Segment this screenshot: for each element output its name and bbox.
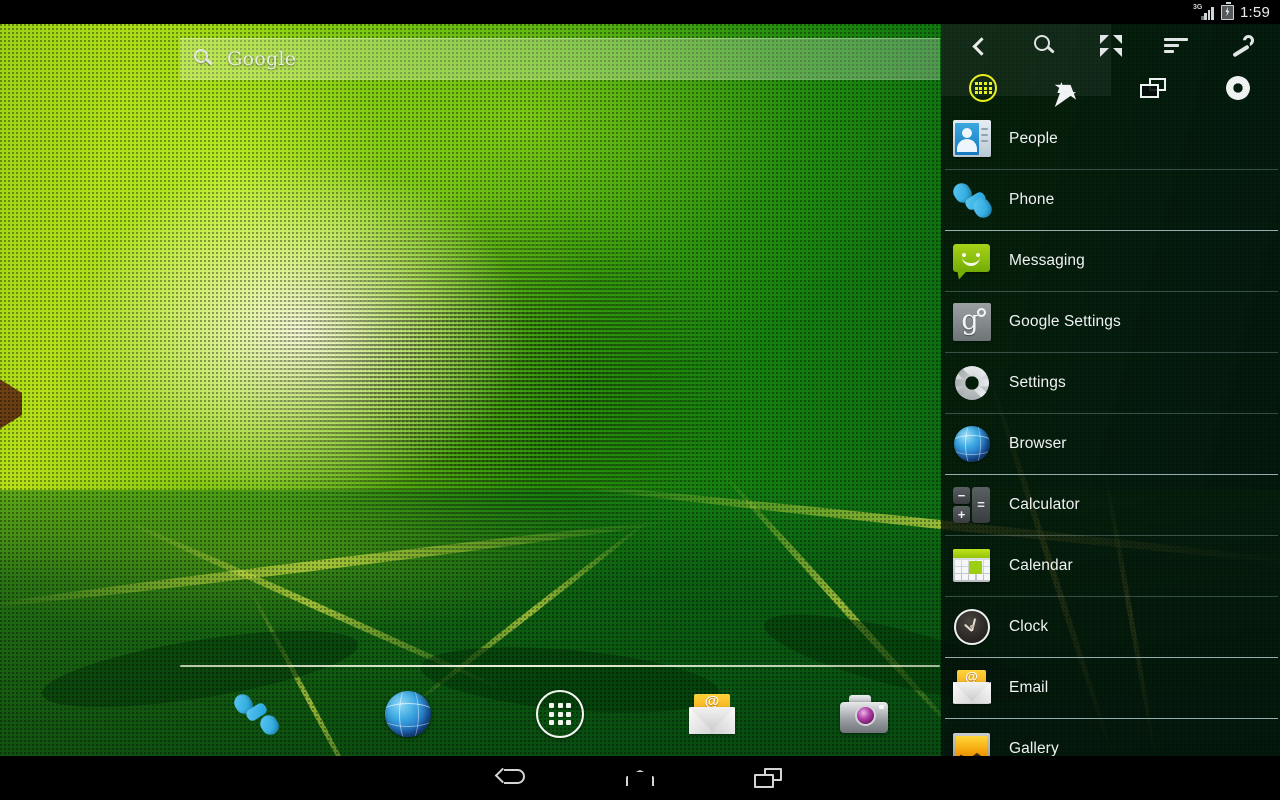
signal-bars-icon: 3G <box>1193 4 1215 20</box>
app-label: Gallery <box>1009 739 1059 757</box>
globe-icon <box>952 424 992 464</box>
app-list-item-calendar[interactable]: Calendar <box>941 535 1280 596</box>
app-label: Email <box>1009 678 1049 696</box>
home-icon <box>626 770 654 786</box>
app-list-item-calculator[interactable]: − + = Calculator <box>941 474 1280 535</box>
phone-icon <box>949 179 996 221</box>
app-list-item-gallery[interactable]: Gallery <box>941 718 1280 760</box>
apps-grid-icon <box>969 74 998 102</box>
dock-item-browser[interactable] <box>372 683 444 745</box>
dock-item-email[interactable]: @ <box>676 683 748 745</box>
app-list-item-browser[interactable]: Browser <box>941 413 1280 474</box>
camera-icon <box>840 695 888 733</box>
tab-settings[interactable] <box>1195 68 1280 108</box>
recents-icon <box>754 768 782 788</box>
gear-icon <box>1224 75 1251 101</box>
collapse-arrows-icon <box>1100 35 1122 57</box>
app-list-item-google-settings[interactable]: g Google Settings <box>941 291 1280 352</box>
app-label: Google Settings <box>1009 312 1121 330</box>
phone-icon <box>230 691 283 738</box>
nav-back-button[interactable] <box>472 756 552 800</box>
google-search-widget[interactable]: Google <box>180 38 940 80</box>
envelope-icon: @ <box>952 668 992 708</box>
settings-gear-icon <box>952 363 992 403</box>
star-icon <box>1054 76 1082 100</box>
tab-apps[interactable] <box>941 68 1026 108</box>
google-settings-icon: g <box>952 302 992 342</box>
drawer-tabs <box>941 68 1280 108</box>
calculator-icon: − + = <box>952 485 992 525</box>
app-list-item-clock[interactable]: Clock <box>941 596 1280 657</box>
app-label: Calculator <box>1009 495 1080 513</box>
app-drawer-panel: People Phone Messaging g Google Settings… <box>941 24 1280 760</box>
widgets-icon <box>1139 78 1166 98</box>
app-label: Settings <box>1009 373 1066 391</box>
search-icon <box>1033 34 1057 58</box>
search-widget-label: Google <box>227 48 297 70</box>
app-label: Clock <box>1009 617 1049 635</box>
messaging-icon <box>952 241 992 281</box>
app-label: Browser <box>1009 434 1067 452</box>
tab-favorites[interactable] <box>1026 68 1111 108</box>
app-drawer-icon <box>536 690 584 738</box>
drawer-tools-button[interactable] <box>1211 24 1275 68</box>
app-list-item-people[interactable]: People <box>941 108 1280 169</box>
drawer-search-button[interactable] <box>1013 24 1077 68</box>
navigation-bar <box>0 756 1280 800</box>
status-bar-clock: 1:59 <box>1240 3 1270 21</box>
wrench-icon <box>1231 34 1255 58</box>
android-home-screen: Google @ People Phone Messaging g Google… <box>0 0 1280 800</box>
drawer-sort-button[interactable] <box>1144 24 1208 68</box>
sort-icon <box>1164 38 1188 54</box>
nav-recents-button[interactable] <box>728 756 808 800</box>
drawer-toolbar <box>941 24 1280 68</box>
status-bar: 3G 1:59 <box>0 0 1280 24</box>
drawer-collapse-button[interactable] <box>1079 24 1143 68</box>
app-list-item-phone[interactable]: Phone <box>941 169 1280 230</box>
dock-item-apps[interactable] <box>524 683 596 745</box>
app-label: Messaging <box>1009 251 1085 269</box>
drawer-back-button[interactable] <box>947 24 1011 68</box>
envelope-icon: @ <box>689 694 735 734</box>
app-label: People <box>1009 129 1058 147</box>
people-icon <box>952 119 992 159</box>
globe-icon <box>385 691 431 737</box>
app-list-item-messaging[interactable]: Messaging <box>941 230 1280 291</box>
app-label: Phone <box>1009 190 1055 208</box>
chevron-left-icon <box>971 36 991 56</box>
app-list-item-settings[interactable]: Settings <box>941 352 1280 413</box>
dock-item-camera[interactable] <box>828 683 900 745</box>
search-icon <box>194 48 215 70</box>
app-list[interactable]: People Phone Messaging g Google Settings… <box>941 108 1280 760</box>
tab-widgets[interactable] <box>1111 68 1196 108</box>
app-list-item-email[interactable]: @ Email <box>941 657 1280 718</box>
clock-icon <box>952 607 992 647</box>
dock: @ <box>180 678 940 750</box>
app-label: Calendar <box>1009 556 1073 574</box>
dock-item-phone[interactable] <box>220 683 292 745</box>
battery-charging-icon <box>1221 2 1234 20</box>
dock-divider <box>180 665 940 667</box>
nav-home-button[interactable] <box>600 756 680 800</box>
back-arrow-icon <box>494 767 527 787</box>
calendar-icon <box>952 546 992 586</box>
